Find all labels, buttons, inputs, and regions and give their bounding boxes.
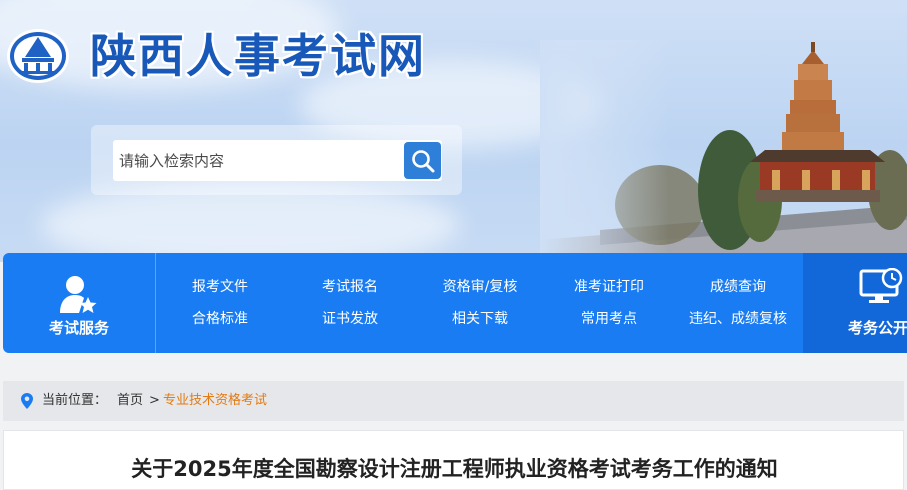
nav-link-pass-standard[interactable]: 合格标准 [155, 309, 285, 329]
nav-service-label: 考试服务 [48, 319, 109, 337]
site-title[interactable]: 陕西人事考试网 [90, 26, 426, 86]
nav-link-qualification-review[interactable]: 资格审/复核 [415, 277, 545, 297]
search-button[interactable] [404, 142, 441, 179]
breadcrumb-prefix: 当前位置： [42, 393, 108, 408]
pagoda-scenery-image [540, 40, 907, 262]
breadcrumb: 当前位置： 首页 > 专业技术资格考试 [3, 381, 904, 421]
nav-link-admission-print[interactable]: 准考证打印 [544, 277, 674, 297]
nav-link-certificate[interactable]: 证书发放 [285, 309, 415, 329]
nav-link-violation-review[interactable]: 违纪、成绩复核 [673, 309, 803, 329]
article-title: 关于2025年度全国勘察设计注册工程师执业资格考试考务工作的通知 [131, 457, 778, 481]
nav-exam-affairs-public[interactable]: 考务公开 [803, 253, 907, 353]
nav-link-registration[interactable]: 考试报名 [285, 277, 415, 297]
nav-link-exam-sites[interactable]: 常用考点 [544, 309, 674, 329]
main-nav: 考试服务 报考文件 考试报名 资格审/复核 准考证打印 成绩查询 合格标准 证书… [3, 253, 907, 353]
location-pin-icon [21, 393, 33, 409]
breadcrumb-home[interactable]: 首页 [117, 393, 143, 409]
nav-public-label: 考务公开 [848, 319, 907, 337]
nav-exam-service[interactable]: 考试服务 [3, 253, 156, 353]
search-input[interactable] [113, 140, 395, 181]
article-panel: 关于2025年度全国勘察设计注册工程师执业资格考试考务工作的通知 [3, 430, 904, 490]
user-star-icon [60, 276, 97, 313]
nav-link-downloads[interactable]: 相关下载 [415, 309, 545, 329]
monitor-clock-icon [859, 268, 903, 303]
search-icon [411, 149, 434, 172]
breadcrumb-separator: > [149, 393, 160, 408]
nav-link-apply-docs[interactable]: 报考文件 [155, 277, 285, 297]
breadcrumb-current[interactable]: 专业技术资格考试 [163, 393, 267, 409]
site-header: 陕西人事考试网 [0, 0, 907, 262]
search-bar [113, 140, 442, 181]
pagoda-emblem-icon[interactable] [5, 27, 71, 85]
nav-link-score-query[interactable]: 成绩查询 [673, 277, 803, 297]
